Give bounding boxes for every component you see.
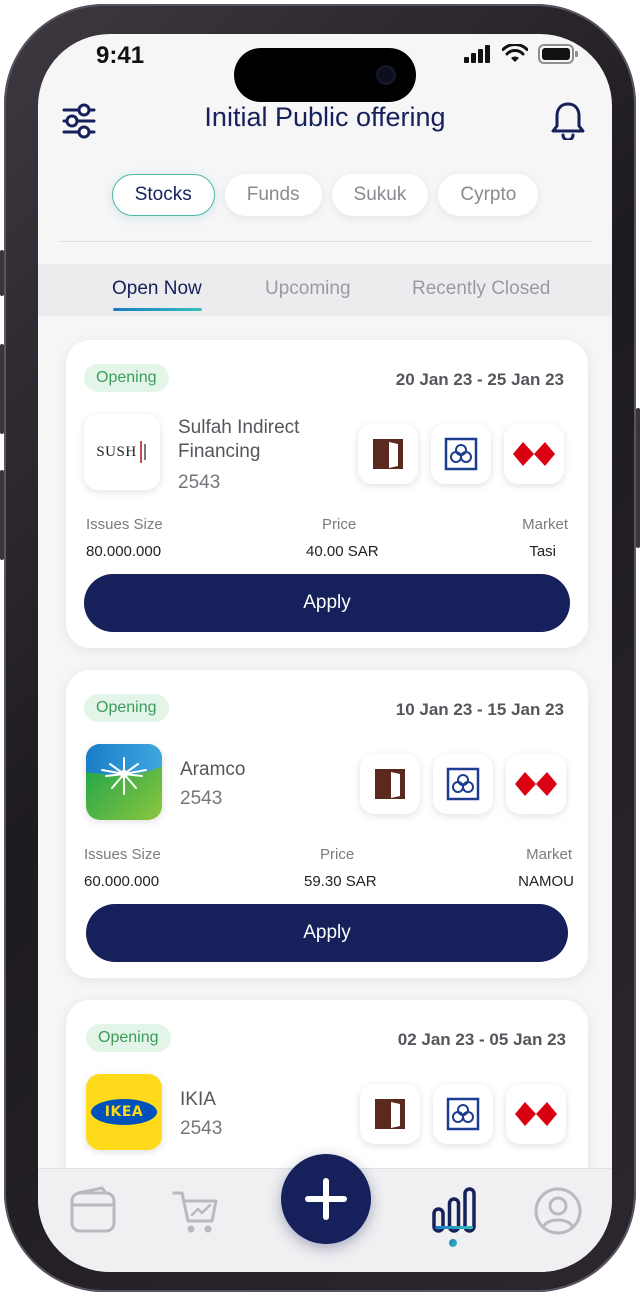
issue-size-label: Issues Size [86, 516, 163, 533]
signal-icon [464, 45, 490, 63]
chip-funds[interactable]: Funds [224, 174, 322, 216]
bank-rings-icon [446, 1097, 480, 1131]
bank-rings-button[interactable] [433, 754, 493, 814]
sulfah-mark-icon [139, 441, 146, 463]
status-icons [464, 44, 578, 64]
bank-hexagon-button[interactable] [506, 1084, 566, 1144]
bank-door-button[interactable] [358, 424, 418, 484]
company-code: 2543 [180, 788, 223, 809]
price-value: 59.30 SAR [304, 873, 377, 890]
tab-upcoming[interactable]: Upcoming [265, 278, 351, 300]
status-badge: Opening [86, 1024, 171, 1052]
sulfah-logo-text: SUSH [96, 443, 137, 460]
cart-icon[interactable] [170, 1185, 222, 1237]
add-icon [305, 1178, 347, 1220]
bank-rings-icon [446, 767, 480, 801]
apply-button[interactable]: Apply [86, 904, 568, 962]
bell-icon[interactable] [550, 100, 586, 140]
chart-bars-icon[interactable] [428, 1185, 480, 1237]
camera-icon [376, 65, 396, 85]
tab-recently-closed[interactable]: Recently Closed [412, 278, 550, 300]
issue-size-label: Issues Size [84, 846, 161, 863]
wifi-icon [502, 44, 528, 62]
battery-icon [538, 44, 578, 64]
price-label: Price [320, 846, 355, 863]
profile-icon[interactable] [532, 1185, 584, 1237]
divider [58, 241, 592, 242]
active-nav-dot [449, 1239, 457, 1247]
bank-hexagon-icon [515, 772, 557, 796]
page-title: Initial Public offering [204, 102, 446, 132]
bank-door-button[interactable] [360, 1084, 420, 1144]
status-badge: Opening [84, 694, 169, 722]
ikea-logo: IKEA [86, 1074, 162, 1150]
bank-hexagon-button[interactable] [506, 754, 566, 814]
company-code: 2543 [178, 472, 221, 493]
volume-up-button [0, 344, 4, 434]
ikea-logo-text: IKEA [104, 1104, 144, 1120]
bank-hexagon-icon [515, 1102, 557, 1126]
bank-door-icon [375, 769, 405, 799]
aramco-logo-icon [86, 744, 162, 820]
chip-stocks[interactable]: Stocks [111, 174, 215, 216]
add-button[interactable] [281, 1154, 371, 1244]
date-range: 02 Jan 23 - 05 Jan 23 [397, 1030, 566, 1049]
ipo-card: Opening 20 Jan 23 - 25 Jan 23 SUSH Sulfa… [66, 340, 588, 648]
tab-open-now[interactable]: Open Now [112, 278, 202, 300]
app-screen: 9:41 Initial Public offering Stocks Fund… [38, 34, 612, 1272]
volume-down-button [0, 470, 4, 560]
company-name: Aramco [180, 759, 246, 780]
issue-size-value: 60.000.000 [84, 873, 160, 890]
phone-frame: 9:41 Initial Public offering Stocks Fund… [0, 4, 640, 1292]
bank-rings-button[interactable] [431, 424, 491, 484]
status-time: 9:41 [96, 42, 145, 69]
bank-door-icon [375, 1099, 405, 1129]
market-label: Market [526, 846, 572, 863]
market-label: Market [522, 516, 568, 533]
mute-switch [0, 250, 4, 296]
power-button [636, 408, 640, 548]
company-code: 2543 [180, 1118, 223, 1139]
apply-button[interactable]: Apply [84, 574, 570, 632]
wallet-icon[interactable] [68, 1185, 120, 1237]
dynamic-island [234, 48, 416, 102]
company-name: IKIA [180, 1089, 216, 1110]
bank-hexagon-icon [513, 442, 555, 466]
issue-size-value: 80.000.000 [86, 543, 162, 560]
bank-rings-button[interactable] [433, 1084, 493, 1144]
sulfah-logo: SUSH [84, 414, 160, 490]
bank-door-button[interactable] [360, 754, 420, 814]
price-value: 40.00 SAR [306, 543, 379, 560]
market-value: NAMOU [518, 873, 574, 890]
bank-door-icon [373, 439, 403, 469]
bank-rings-icon [444, 437, 478, 471]
bank-hexagon-button[interactable] [504, 424, 564, 484]
status-badge: Opening [84, 364, 169, 392]
category-chips: Stocks Funds Sukuk Cyrpto [38, 174, 612, 216]
price-label: Price [322, 516, 357, 533]
aramco-logo [86, 744, 162, 820]
company-name: Sulfah Indirect Financing [178, 417, 300, 462]
active-tab-indicator [113, 308, 202, 311]
ikea-logo-oval: IKEA [91, 1099, 157, 1125]
chip-crypto[interactable]: Cyrpto [438, 174, 539, 216]
chip-sukuk[interactable]: Sukuk [331, 174, 429, 216]
date-range: 20 Jan 23 - 25 Jan 23 [395, 370, 564, 389]
date-range: 10 Jan 23 - 15 Jan 23 [395, 700, 564, 719]
ipo-card: Opening 10 Jan 23 - 15 Jan 23 Aramco 254… [66, 670, 588, 978]
market-value: Tasi [529, 543, 556, 560]
active-nav-indicator [435, 1226, 473, 1229]
